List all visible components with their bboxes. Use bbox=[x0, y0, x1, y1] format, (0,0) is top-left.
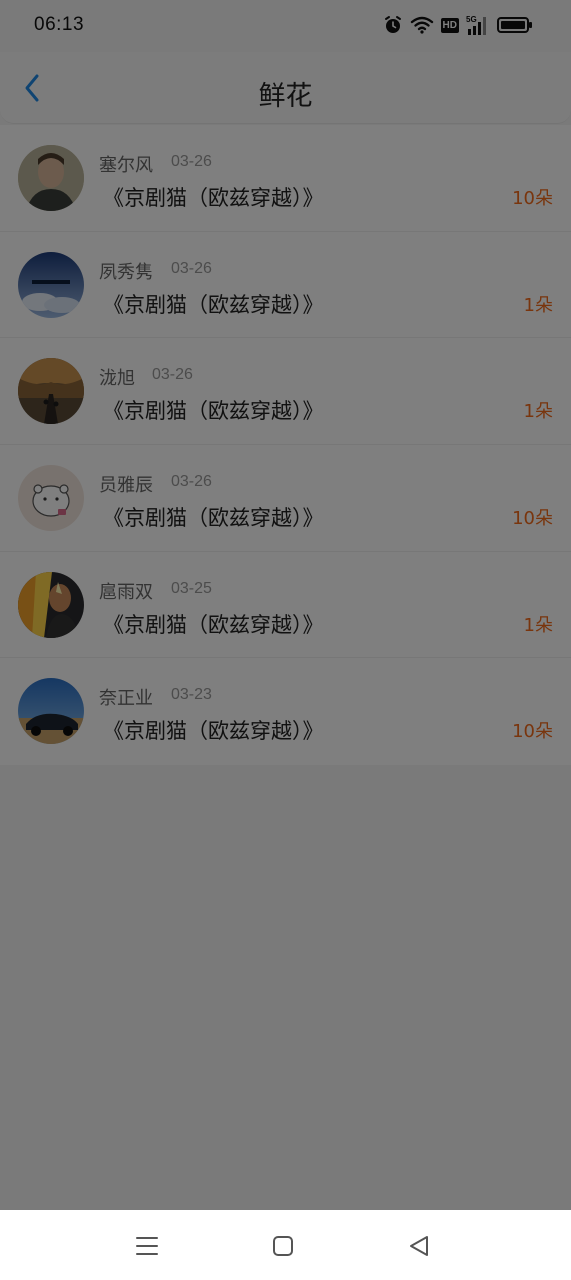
user-date: 03-26 bbox=[171, 259, 212, 277]
flower-count: 10朵 bbox=[512, 508, 553, 530]
user-name: 扈雨双 bbox=[99, 581, 153, 603]
flower-count: 10朵 bbox=[512, 188, 553, 209]
work-title: 《京剧猫（欧兹穿越）》 bbox=[103, 292, 324, 317]
list-item[interactable]: 夙秀隽 03-26 《京剧猫（欧兹穿越）》 1朵 bbox=[0, 232, 571, 339]
list-item[interactable]: 奈正业 03-23 《京剧猫（欧兹穿越）》 10朵 bbox=[0, 658, 571, 765]
user-name: 泷旭 bbox=[99, 368, 135, 390]
user-date: 03-26 bbox=[171, 153, 212, 170]
user-date: 03-23 bbox=[171, 686, 212, 704]
hd-icon: HD bbox=[440, 17, 459, 33]
list-item[interactable]: 员雅辰 03-26 《京剧猫（欧兹穿越）》 10朵 bbox=[0, 445, 571, 552]
list-item[interactable]: 扈雨双 03-25 《京剧猫（欧兹穿越）》 1朵 bbox=[0, 552, 571, 659]
avatar[interactable] bbox=[18, 465, 84, 532]
svg-text:5G: 5G bbox=[466, 15, 477, 24]
avatar[interactable] bbox=[18, 678, 84, 745]
system-nav-bar bbox=[0, 1210, 571, 1280]
home-square-icon bbox=[273, 1236, 293, 1256]
avatar[interactable] bbox=[18, 571, 84, 638]
nav-bar: 鲜花 bbox=[0, 52, 571, 124]
user-name: 员雅辰 bbox=[99, 475, 153, 497]
5g-signal-icon: 5G bbox=[466, 14, 490, 36]
work-title: 《京剧猫（欧兹穿越）》 bbox=[103, 612, 324, 637]
list-item[interactable]: 泷旭 03-26 《京剧猫（欧兹穿越）》 1朵 bbox=[0, 338, 571, 446]
work-title: 《京剧猫（欧兹穿越）》 bbox=[103, 506, 324, 531]
user-date: 03-26 bbox=[152, 366, 193, 384]
user-name: 夙秀隽 bbox=[99, 261, 153, 283]
flower-count: 1朵 bbox=[523, 614, 553, 636]
flower-count: 10朵 bbox=[512, 721, 553, 743]
back-system-button[interactable] bbox=[405, 1232, 433, 1260]
avatar[interactable] bbox=[18, 145, 84, 211]
user-name: 塞尔风 bbox=[99, 155, 153, 176]
alarm-icon bbox=[383, 15, 403, 35]
flower-count: 1朵 bbox=[523, 294, 553, 316]
status-time: 06:13 bbox=[34, 14, 85, 35]
user-date: 03-25 bbox=[171, 579, 212, 597]
flower-list: 塞尔风 03-26 《京剧猫（欧兹穿越）》 10朵 夙秀隽 03-26 《京剧猫… bbox=[0, 125, 571, 766]
work-title: 《京剧猫（欧兹穿越）》 bbox=[103, 399, 324, 424]
menu-icon bbox=[136, 1237, 158, 1255]
page-title: 鲜花 bbox=[258, 81, 313, 112]
avatar[interactable] bbox=[18, 358, 84, 425]
screen: 06:13 HD 5G 鲜花 塞尔风 03-26 《京剧猫（欧兹穿越）》 10朵… bbox=[0, 0, 571, 1210]
avatar[interactable] bbox=[18, 251, 84, 318]
wifi-icon bbox=[410, 15, 434, 35]
menu-button[interactable] bbox=[133, 1232, 161, 1260]
list-item[interactable]: 塞尔风 03-26 《京剧猫（欧兹穿越）》 10朵 bbox=[0, 125, 571, 232]
user-name: 奈正业 bbox=[99, 688, 153, 710]
home-button[interactable] bbox=[269, 1232, 297, 1260]
flower-count: 1朵 bbox=[523, 401, 553, 423]
work-title: 《京剧猫（欧兹穿越）》 bbox=[103, 719, 324, 744]
status-bar: 06:13 HD 5G bbox=[0, 0, 571, 52]
battery-icon bbox=[497, 16, 533, 34]
status-icons: HD 5G bbox=[383, 13, 533, 37]
back-triangle-icon bbox=[410, 1236, 428, 1256]
user-date: 03-26 bbox=[171, 473, 212, 491]
work-title: 《京剧猫（欧兹穿越）》 bbox=[103, 186, 324, 210]
